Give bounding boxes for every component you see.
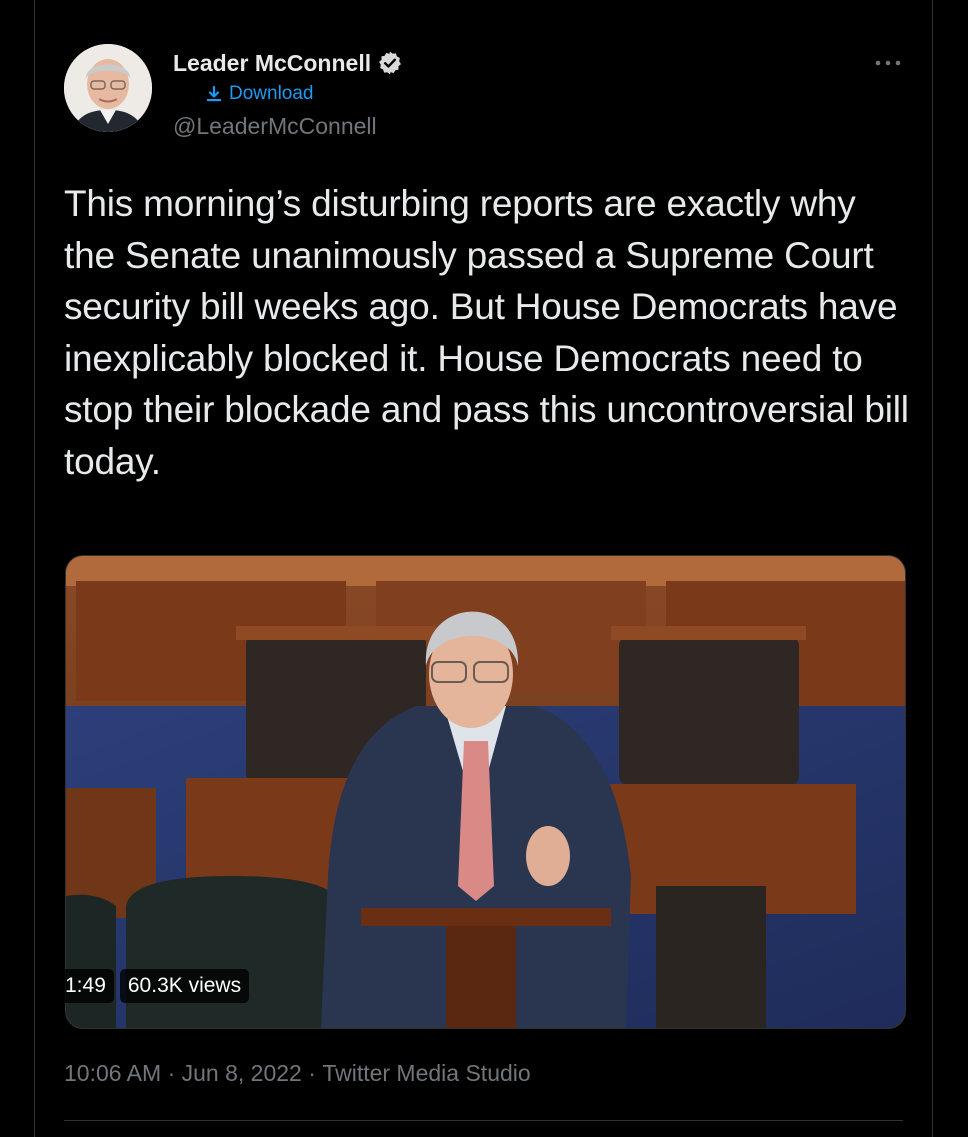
right-column-border [932,0,933,1137]
tweet-text: This morning’s disturbing reports are ex… [64,183,909,482]
divider [64,1120,903,1121]
tweet-date[interactable]: Jun 8, 2022 [182,1060,302,1087]
tweet-time[interactable]: 10:06 AM [64,1060,161,1087]
video-thumbnail [66,556,905,1028]
video-player[interactable] [65,555,906,1029]
author-name[interactable]: Leader McConnell [173,50,371,77]
verified-badge-icon [377,50,403,76]
avatar-portrait [64,44,152,132]
meta-separator: · [301,1060,323,1086]
download-link[interactable]: Download [205,83,314,105]
meta-separator: · [161,1060,182,1086]
more-options-icon[interactable] [871,52,905,74]
video-duration: 1:49 [57,969,114,1003]
video-view-count: 60.3K views [119,969,250,1003]
tweet-card: Leader McConnell Download @LeaderMcConne… [35,0,932,1137]
tweet-source[interactable]: Twitter Media Studio [322,1060,530,1087]
download-label: Download [229,83,314,104]
author-avatar[interactable] [64,44,152,132]
download-icon [207,85,221,102]
tweet-metadata: 10:06 AM · Jun 8, 2022 · Twitter Media S… [64,1060,531,1087]
author-handle[interactable]: @LeaderMcConnell [173,113,377,140]
